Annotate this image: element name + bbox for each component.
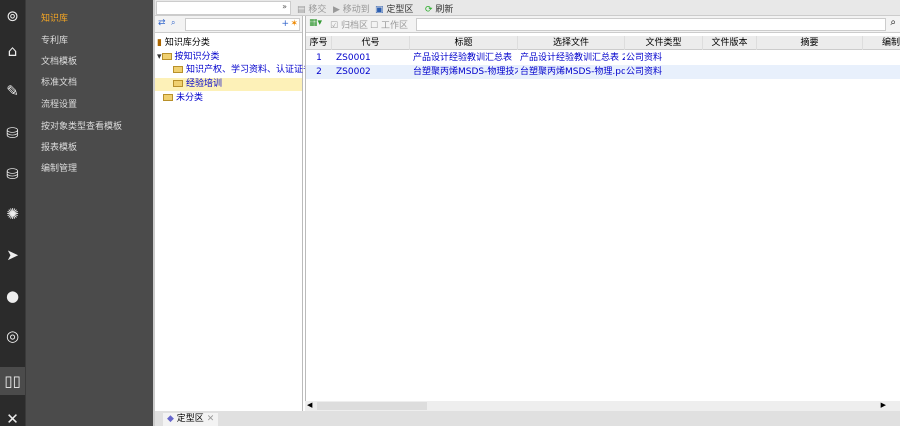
col-version[interactable]: 文件版本 xyxy=(703,36,757,50)
tree-search-input[interactable]: + ✶ xyxy=(185,18,300,31)
finalized-label: 定型区 xyxy=(386,5,414,15)
columns-icon[interactable]: ▦▾ xyxy=(309,18,322,28)
work-label: 工作区 xyxy=(380,21,408,31)
cell-code: ZS0001 xyxy=(336,53,371,63)
edit-icon[interactable]: ✎ xyxy=(0,80,25,102)
tree-toolbar: ⇄ ⌕ + ✶ xyxy=(155,16,302,33)
cell-seq: 1 xyxy=(316,53,322,63)
table-row[interactable]: 2 ZS0002 台塑聚丙烯MSDS-物理技术... 台塑聚丙烯MSDS-物理.… xyxy=(306,65,900,79)
tree-label: 未分类 xyxy=(176,93,204,103)
tree-node-training[interactable]: 经验培训 xyxy=(155,78,302,91)
folder-icon xyxy=(173,66,183,73)
chat-icon[interactable]: ● xyxy=(0,285,25,307)
folder-icon xyxy=(163,94,173,101)
menu-item-report[interactable]: 报表模板 xyxy=(41,140,77,153)
category-select[interactable]: » xyxy=(156,1,291,15)
tab-label: 定型区 xyxy=(176,414,204,424)
refresh-icon: ⟳ xyxy=(425,5,433,15)
menu-item-patent[interactable]: 专利库 xyxy=(41,33,68,46)
cell-title[interactable]: 台塑聚丙烯MSDS-物理技术... xyxy=(413,65,518,79)
loading-icon[interactable]: ✺ xyxy=(0,203,25,225)
sidebar-menu: 知识库 专利库 文档模板 标准文档 流程设置 按对象类型查看模板 报表模板 编制… xyxy=(25,0,153,426)
library-icon: ▮ xyxy=(157,38,162,48)
move-button[interactable]: ▶ 移动到 xyxy=(333,2,370,15)
col-code[interactable]: 代号 xyxy=(332,36,410,50)
sync-icon[interactable]: ⇄ xyxy=(158,18,166,28)
scroll-right-icon[interactable]: ▶ xyxy=(881,401,886,409)
toolbar: » ▤ 移交 ▶ 移动到 ▣ 定型区 ⟳ 刷新 xyxy=(155,0,900,16)
grid-search-input[interactable] xyxy=(416,18,886,31)
expand-icon[interactable]: + xyxy=(281,19,289,29)
archive-checkbox[interactable]: ☑ 归档区 xyxy=(330,18,368,31)
folder-icon xyxy=(161,53,172,60)
col-file[interactable]: 选择文件 xyxy=(518,36,625,50)
tree-label: 经验培训 xyxy=(186,79,223,89)
cell-code: ZS0002 xyxy=(336,67,371,77)
refresh-label: 刷新 xyxy=(435,5,454,15)
col-summary[interactable]: 摘要 xyxy=(757,36,863,50)
cell-file[interactable]: 产品设计经验教训汇总表 20... xyxy=(520,51,625,65)
tree-root[interactable]: ▮ 知识库分类 xyxy=(157,37,210,50)
tree-panel: ⇄ ⌕ + ✶ ▮ 知识库分类 ▾ 按知识分类 知识产权、学习资料、认证证书 经验… xyxy=(155,16,312,411)
collapse-icon[interactable]: ✶ xyxy=(290,19,298,29)
cell-type: 公司资料 xyxy=(626,53,663,63)
horizontal-scrollbar[interactable]: ◀ ▶ xyxy=(305,401,900,411)
table-row[interactable]: 1 ZS0001 产品设计经验教训汇总表 产品设计经验教训汇总表 20... 公… xyxy=(306,51,900,65)
menu-item-knowledge[interactable]: 知识库 xyxy=(41,11,68,24)
cell-title[interactable]: 产品设计经验教训汇总表 xyxy=(413,51,518,65)
scroll-left-icon[interactable]: ◀ xyxy=(307,401,312,409)
logo-icon[interactable]: ⊚ xyxy=(0,5,25,27)
tree-label: 知识库分类 xyxy=(164,38,210,48)
tree-label: 知识产权、学习资料、认证证书 xyxy=(186,65,313,75)
tree-node-ip[interactable]: 知识产权、学习资料、认证证书 xyxy=(173,64,312,77)
archive-label: 归档区 xyxy=(340,21,368,31)
scroll-thumb[interactable] xyxy=(317,402,427,410)
work-checkbox[interactable]: ☐ 工作区 xyxy=(370,18,408,31)
move-to-button[interactable]: ▤ 移交 xyxy=(297,2,326,15)
grid-header: 序号 代号 标题 选择文件 文件类型 文件版本 摘要 编制 xyxy=(306,36,900,50)
bottom-tab-bar: ◆ 定型区 ✕ xyxy=(155,411,900,426)
tree-label: 按知识分类 xyxy=(174,52,220,62)
tree-node-by-knowledge[interactable]: ▾ 按知识分类 xyxy=(157,51,220,64)
cell-seq: 2 xyxy=(316,67,322,77)
tree-node-uncategorized[interactable]: 未分类 xyxy=(163,92,203,105)
tab-close-icon[interactable]: ✕ xyxy=(207,414,215,424)
col-compile[interactable]: 编制 xyxy=(863,36,900,50)
diamond-icon: ◆ xyxy=(167,414,174,424)
col-type[interactable]: 文件类型 xyxy=(625,36,703,50)
document-grid: ▦▾ ☑ 归档区 ☐ 工作区 ⌕ 序号 代号 标题 选择文件 文件类型 文件版本… xyxy=(305,16,900,411)
database-settings-icon[interactable]: ⛁ xyxy=(0,122,25,144)
tab-finalized[interactable]: ◆ 定型区 ✕ xyxy=(163,413,218,426)
cell-type: 公司资料 xyxy=(626,67,663,77)
col-title[interactable]: 标题 xyxy=(410,36,518,50)
move-to-label: 移交 xyxy=(308,5,327,15)
home-icon[interactable]: ⌂ xyxy=(0,40,25,62)
menu-item-process[interactable]: 流程设置 xyxy=(41,97,77,110)
icon-rail: ⊚ ⌂ ✎ ⛁ ⛁ ✺ ➤ ● ◎ ▯▯ ✕ xyxy=(0,0,25,428)
book-icon[interactable]: ▯▯ xyxy=(0,367,25,395)
database-icon[interactable]: ⛁ xyxy=(0,163,25,185)
refresh-button[interactable]: ⟳ 刷新 xyxy=(425,2,453,15)
broadcast-icon[interactable]: ◎ xyxy=(0,325,25,347)
finalized-button[interactable]: ▣ 定型区 xyxy=(375,2,413,15)
grid-toolbar: ▦▾ ☑ 归档区 ☐ 工作区 ⌕ xyxy=(306,16,900,33)
menu-item-standard-doc[interactable]: 标准文档 xyxy=(41,75,77,88)
filter-icon[interactable]: ⌕ xyxy=(171,18,175,28)
move-label: 移动到 xyxy=(342,5,370,15)
menu-item-doc-template[interactable]: 文档模板 xyxy=(41,54,77,67)
close-icon[interactable]: ✕ xyxy=(0,408,25,430)
col-seq[interactable]: 序号 xyxy=(306,36,332,50)
folder-icon xyxy=(173,80,183,87)
search-icon[interactable]: ⌕ xyxy=(890,17,896,28)
send-icon[interactable]: ➤ xyxy=(0,244,25,266)
menu-item-compile[interactable]: 编制管理 xyxy=(41,161,77,174)
cell-file[interactable]: 台塑聚丙烯MSDS-物理.pdf xyxy=(520,65,625,79)
menu-item-object-template[interactable]: 按对象类型查看模板 xyxy=(41,119,122,132)
chevron-down-icon: » xyxy=(282,2,287,11)
